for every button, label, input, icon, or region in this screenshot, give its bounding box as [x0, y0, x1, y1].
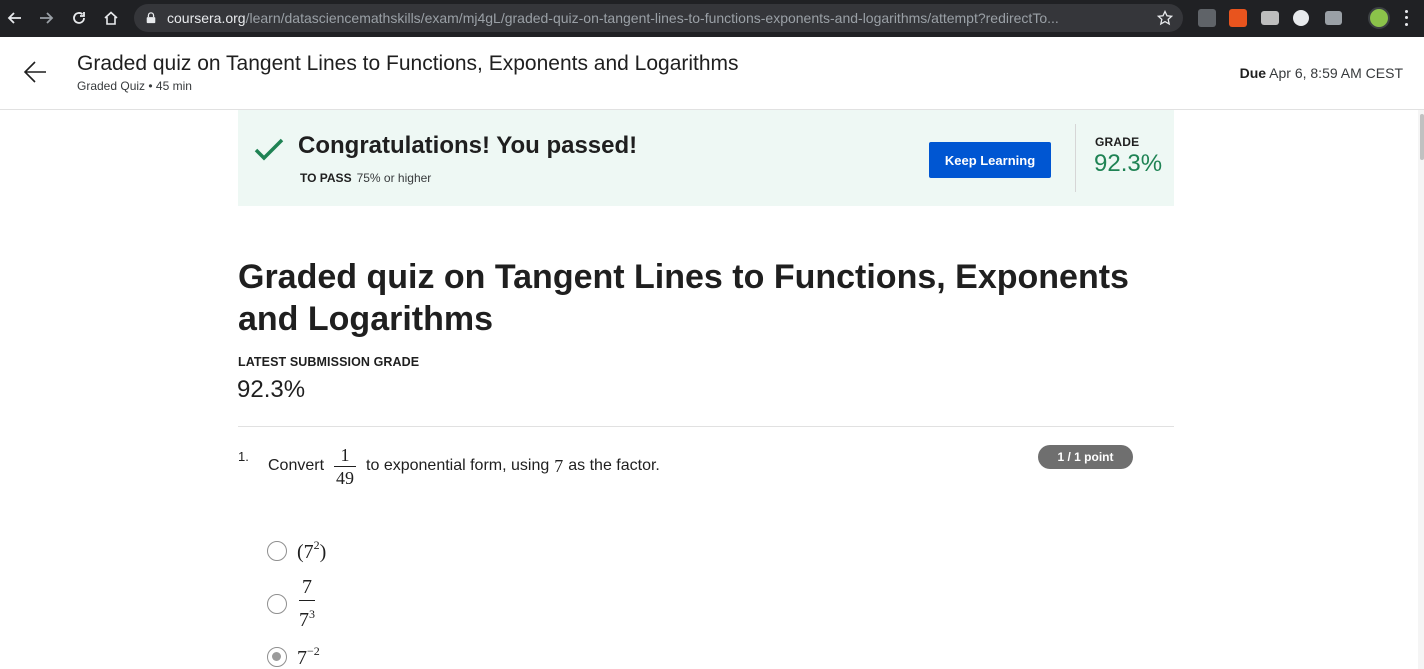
- extension-icon[interactable]: [1293, 10, 1309, 26]
- option-label: (72): [297, 538, 326, 564]
- question-text-after: as the factor.: [568, 457, 660, 474]
- back-arrow-icon[interactable]: [22, 59, 48, 85]
- to-pass-info: TO PASS 75% or higher: [300, 171, 431, 185]
- scrollbar-track[interactable]: [1418, 110, 1424, 669]
- extension-icon[interactable]: [1198, 9, 1216, 27]
- latest-grade-label: LATEST SUBMISSION GRADE: [238, 355, 420, 369]
- page-header: Graded quiz on Tangent Lines to Function…: [0, 37, 1424, 110]
- address-bar[interactable]: coursera.org/learn/datasciencemathskills…: [134, 4, 1183, 32]
- question-text-before: Convert: [268, 457, 325, 474]
- question-text: Convert 1 49 to exponential form, using …: [268, 441, 660, 491]
- camera-icon[interactable]: [1325, 11, 1342, 25]
- grade-value: 92.3%: [1094, 150, 1163, 177]
- answer-option[interactable]: (72): [267, 538, 326, 564]
- keep-learning-button[interactable]: Keep Learning: [929, 142, 1051, 178]
- points-badge: 1 / 1 point: [1038, 445, 1133, 469]
- answer-option-selected[interactable]: 7−2: [267, 644, 320, 669]
- due-value: Apr 6, 8:59 AM CEST: [1269, 65, 1403, 81]
- pass-message: Congratulations! You passed!: [298, 132, 638, 159]
- fraction-denominator: 49: [336, 467, 355, 488]
- divider: [238, 426, 1174, 427]
- browser-toolbar: coursera.org/learn/datasciencemathskills…: [0, 0, 1424, 37]
- option-den-base: 7: [299, 609, 309, 631]
- fraction-numerator: 1: [340, 444, 350, 465]
- due-label: Due: [1239, 65, 1267, 81]
- option-den-exponent: 3: [309, 607, 315, 621]
- radio-button[interactable]: [267, 541, 287, 561]
- option-base: (7: [297, 541, 314, 563]
- header-subtitle: Graded Quiz • 45 min: [77, 79, 192, 93]
- lock-icon: [144, 11, 158, 25]
- due-date: Due Apr 6, 8:59 AM CEST: [1240, 65, 1403, 81]
- url-host: coursera.org: [167, 10, 246, 26]
- option-exponent: −2: [307, 644, 320, 658]
- answer-option[interactable]: 7 73: [267, 576, 315, 631]
- to-pass-label: TO PASS: [300, 171, 352, 185]
- profile-avatar[interactable]: [1368, 7, 1390, 29]
- question-factor: 7: [554, 455, 564, 476]
- browser-menu-icon[interactable]: [1398, 8, 1414, 28]
- question-fraction: 1 49: [334, 444, 357, 488]
- question-number: 1.: [238, 449, 249, 464]
- option-fraction: 7 73: [299, 576, 315, 631]
- radio-button-selected[interactable]: [267, 647, 287, 667]
- browser-back-icon[interactable]: [2, 5, 28, 31]
- option-base: 7: [297, 647, 307, 669]
- option-label: 7−2: [297, 644, 320, 669]
- quiz-title: Graded quiz on Tangent Lines to Function…: [238, 258, 1129, 338]
- option-numerator: 7: [302, 576, 312, 598]
- to-pass-value: 75% or higher: [356, 171, 432, 185]
- home-icon[interactable]: [98, 5, 124, 31]
- option-close: ): [319, 541, 327, 563]
- url-text: coursera.org/learn/datasciencemathskills…: [167, 10, 1142, 26]
- grade-label: GRADE: [1095, 135, 1140, 149]
- fraction-bar: [334, 465, 357, 467]
- option-denominator: 73: [299, 603, 315, 631]
- banner-divider: [1075, 124, 1076, 192]
- pass-banner: Congratulations! You passed! TO PASS 75% …: [238, 110, 1174, 206]
- header-title: Graded quiz on Tangent Lines to Function…: [77, 52, 739, 75]
- extension-icon[interactable]: [1229, 9, 1247, 27]
- radio-button[interactable]: [267, 593, 287, 614]
- reload-icon[interactable]: [66, 5, 92, 31]
- scrollbar-thumb[interactable]: [1420, 114, 1424, 160]
- question-text-middle: to exponential form, using: [366, 457, 550, 474]
- check-icon: [254, 137, 284, 163]
- extension-icon[interactable]: [1261, 11, 1279, 25]
- url-path: /learn/datasciencemathskills/exam/mj4gL/…: [245, 10, 1059, 26]
- latest-grade-value: 92.3%: [237, 376, 306, 403]
- fraction-bar: [299, 600, 315, 601]
- browser-forward-icon[interactable]: [33, 5, 59, 31]
- star-icon[interactable]: [1156, 9, 1174, 26]
